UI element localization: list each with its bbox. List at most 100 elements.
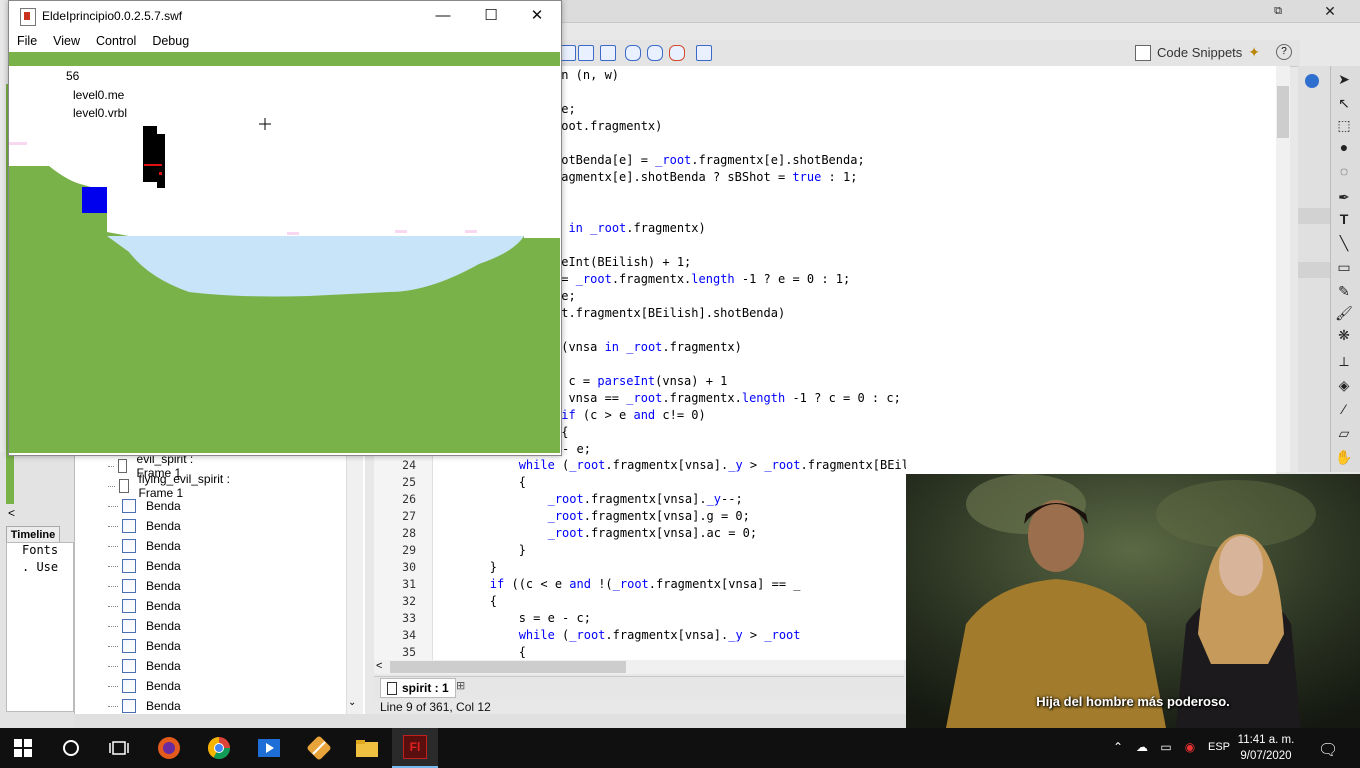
code-line: } [432,560,498,574]
editor-vscroll-thumb[interactable] [1277,86,1289,138]
volume-muted-icon[interactable]: ◉ [1182,740,1198,754]
hand-tool-icon[interactable]: ✋ [1335,448,1353,466]
tool-app-icon [307,736,331,760]
library-item[interactable]: Benda [108,536,181,556]
library-item[interactable]: Benda [108,516,181,536]
close-icon[interactable]: ✕ [522,6,552,26]
pencil-tool-icon[interactable]: ✎ [1335,282,1353,300]
code-line: == _root.fragmentx.length -1 ? e = 0 : 1… [554,272,851,286]
code-line: { [432,645,526,659]
text-tool-icon[interactable]: T [1335,210,1353,228]
deco-tool-icon[interactable]: ❋ [1335,326,1353,344]
properties-icon[interactable] [1305,74,1319,88]
media-player-button[interactable] [246,728,292,768]
properties-divider-2 [1298,262,1330,278]
library-item-label: Benda [146,679,181,693]
library-item-label: Benda [146,619,181,633]
player-character-body [157,134,165,188]
pink-cloud [9,142,27,145]
file-explorer-button[interactable] [344,728,390,768]
firefox-icon [158,737,180,759]
library-item-label: Benda [146,659,181,673]
task-view-button[interactable] [96,728,142,768]
bone-tool-icon[interactable]: ⟂ [1335,352,1353,370]
firefox-button[interactable] [146,728,192,768]
menu-file[interactable]: File [9,32,45,52]
line-number: 32 [402,594,416,608]
uncomment-icon[interactable] [647,45,663,61]
search-circle-icon [63,740,79,756]
code-line: vnsa == _root.fragmentx.length -1 ? c = … [554,391,901,405]
script-tab[interactable]: spirit : 1 [380,678,456,698]
library-item[interactable]: Benda [108,616,181,636]
maximize-icon[interactable]: ☐ [476,6,506,26]
code-line: n in _root.fragmentx) [554,221,706,235]
woman-head [1219,536,1263,596]
insert-target-icon[interactable] [560,45,576,61]
debug-options-icon[interactable] [669,45,685,61]
line-number: 29 [402,543,416,557]
code-snippets-button[interactable]: Code Snippets ✦ [1135,44,1260,61]
library-item[interactable]: Benda [108,696,181,716]
paint-bucket-icon[interactable]: ◈ [1335,376,1353,394]
library-scrollbar[interactable] [346,452,363,714]
lasso-icon[interactable]: ◌ [1335,162,1353,180]
chrome-button[interactable] [196,728,242,768]
find-icon[interactable] [578,45,594,61]
ide-close-button[interactable]: ✕ [1310,0,1350,22]
game-stage[interactable]: 56 level0.me level0.vrbl [9,52,560,453]
notifications-icon[interactable]: 🗨 [1318,740,1338,759]
help-icon[interactable]: ? [1276,44,1292,60]
subselection-tool-icon[interactable]: ↖ [1335,94,1353,112]
network-icon[interactable]: ▭ [1158,740,1174,754]
start-button[interactable] [0,728,46,768]
movieclip-icon [122,659,136,673]
line-number: 34 [402,628,416,642]
collapse-icon[interactable] [696,45,712,61]
tool-app-button[interactable] [296,728,342,768]
clock[interactable]: 11:41 a. m. 9/07/2020 [1236,732,1296,764]
library-item[interactable]: Benda [108,636,181,656]
pen-tool-icon[interactable]: ✒ [1335,188,1353,206]
player-character [143,126,157,182]
rectangle-tool-icon[interactable]: ▭ [1335,258,1353,276]
chevron-down-icon[interactable]: ⌄ [348,697,356,708]
scroll-left-icon[interactable]: < [8,506,15,520]
line-tool-icon[interactable]: ╲ [1335,234,1353,252]
library-item[interactable]: Benda [108,656,181,676]
free-transform-icon[interactable]: ⬚ [1335,116,1353,134]
ide-restore-icon[interactable]: ⧉ [1258,0,1298,22]
tray-app-icon[interactable]: ☁ [1134,740,1150,754]
eraser-icon[interactable]: ▱ [1335,424,1353,442]
brush-tool-icon[interactable]: 🖌 [1335,304,1353,322]
flash-app-button[interactable]: Fl [392,728,438,768]
library-item[interactable]: Benda [108,576,181,596]
comment-icon[interactable] [625,45,641,61]
search-button[interactable] [48,728,94,768]
3d-rotation-icon[interactable]: ● [1335,138,1353,156]
scroll-left-icon[interactable]: < [376,660,382,672]
video-player[interactable]: Hija del hombre más poderoso. [906,474,1360,728]
check-syntax-icon[interactable] [600,45,616,61]
menu-view[interactable]: View [45,32,88,52]
code-line: while (_root.fragmentx[vnsa]._y > _root.… [518,458,906,472]
library-item[interactable]: Benda [108,556,181,576]
editor-hscroll-thumb[interactable] [390,661,626,673]
tab-timeline[interactable]: Timeline [6,526,60,543]
flash-player-icon [20,8,36,26]
library-item[interactable]: Benda [108,596,181,616]
selection-tool-icon[interactable]: ➤ [1335,70,1353,88]
pin-script-icon[interactable]: ⊞ [456,679,465,692]
timeline-line: . Use [22,560,59,574]
line-number: 35 [402,645,416,659]
menu-control[interactable]: Control [88,32,144,52]
menu-debug[interactable]: Debug [144,32,197,52]
input-language[interactable]: ESP [1208,741,1230,753]
minimize-icon[interactable]: — [428,6,458,26]
show-hidden-icons-icon[interactable]: ⌃ [1110,740,1126,754]
library-item[interactable]: Benda [108,676,181,696]
library-item-label: Benda [146,699,181,713]
eyedropper-icon[interactable]: ⁄ [1335,400,1353,418]
library-item[interactable]: flying_evil_spirit : Frame 1 [108,472,231,500]
library-item[interactable]: Benda [108,496,181,516]
